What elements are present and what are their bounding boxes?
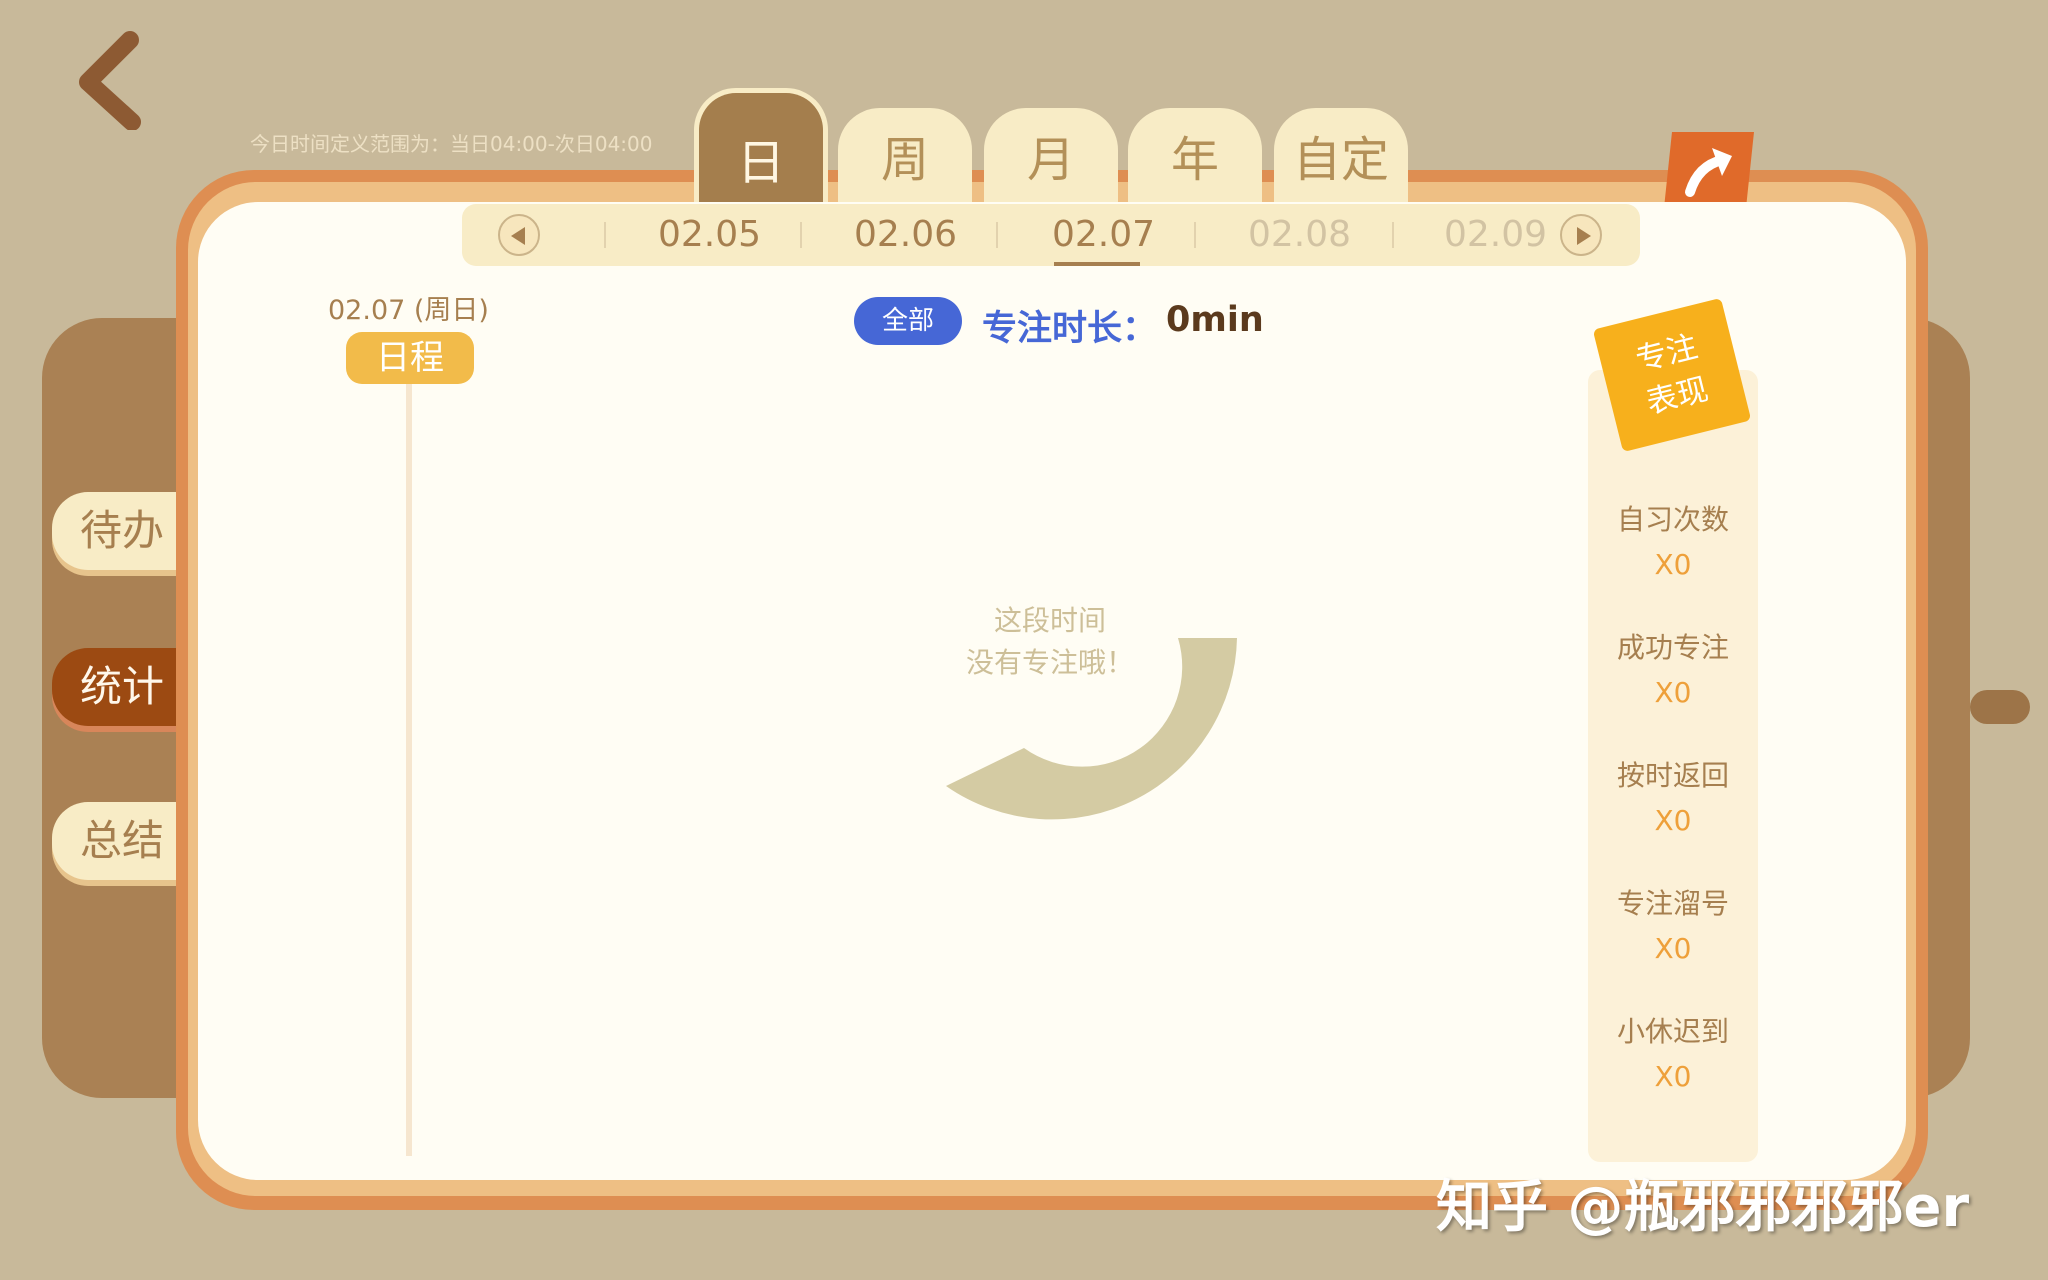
stat-self-study-count: 自习次数 X0 — [1588, 498, 1758, 581]
schedule-button[interactable]: 日程 — [346, 332, 474, 384]
watermark: 知乎 @瓶邪邪邪邪er — [1436, 1175, 1970, 1240]
schedule-timeline — [406, 384, 412, 1156]
tab-month[interactable]: 月 — [984, 108, 1118, 206]
date-divider — [800, 222, 802, 248]
tab-year[interactable]: 年 — [1128, 108, 1262, 206]
stat-value: X0 — [1654, 932, 1692, 965]
side-tab-stats[interactable]: 统计 — [52, 648, 192, 726]
share-button[interactable] — [1664, 132, 1754, 208]
triangle-left-icon — [511, 227, 525, 245]
date-item-selected[interactable]: 02.07 — [1052, 214, 1155, 255]
donut-segment — [946, 638, 1237, 820]
selected-date-underline — [1054, 262, 1140, 266]
empty-donut-chart — [946, 638, 1237, 820]
stat-label: 成功专注 — [1616, 631, 1729, 664]
stat-label: 小休迟到 — [1616, 1015, 1729, 1048]
stat-value: X0 — [1654, 804, 1692, 837]
focus-duration-value: 0min — [1166, 300, 1264, 340]
date-divider — [996, 222, 998, 248]
stat-on-time-return: 按时返回 X0 — [1588, 754, 1758, 837]
triangle-right-icon — [1577, 227, 1591, 245]
tab-custom[interactable]: 自定 — [1274, 108, 1408, 206]
day-range-note: 今日时间定义范围为：当日04:00-次日04:00 — [250, 132, 653, 156]
date-divider — [1194, 222, 1196, 248]
day-label: 02.07 (周日) — [328, 295, 489, 326]
date-item[interactable]: 02.06 — [854, 214, 957, 255]
stat-break-late: 小休迟到 X0 — [1588, 1010, 1758, 1093]
notebook-strap — [1970, 690, 2030, 724]
stat-label: 按时返回 — [1616, 759, 1729, 792]
stat-focus-distraction: 专注溜号 X0 — [1588, 882, 1758, 965]
date-item[interactable]: 02.05 — [658, 214, 761, 255]
date-divider — [1392, 222, 1394, 248]
stat-successful-focus: 成功专注 X0 — [1588, 626, 1758, 709]
stat-value: X0 — [1654, 548, 1692, 581]
share-arrow-icon — [1685, 148, 1732, 197]
date-item[interactable]: 02.09 — [1444, 214, 1547, 255]
stat-label: 自习次数 — [1616, 503, 1729, 536]
tab-day[interactable]: 日 — [694, 88, 828, 206]
side-tab-summary[interactable]: 总结 — [52, 802, 192, 880]
stat-label: 专注溜号 — [1616, 887, 1729, 920]
tab-week[interactable]: 周 — [838, 108, 972, 206]
side-tab-todo[interactable]: 待办 — [52, 492, 192, 570]
filter-all-button[interactable]: 全部 — [854, 297, 962, 345]
stat-value: X0 — [1654, 676, 1692, 709]
prev-date-button[interactable] — [498, 214, 540, 256]
back-button[interactable] — [70, 30, 150, 131]
date-item[interactable]: 02.08 — [1248, 214, 1351, 255]
stat-value: X0 — [1654, 1060, 1692, 1093]
next-date-button[interactable] — [1560, 214, 1602, 256]
focus-duration-label: 专注时长： — [982, 309, 1158, 349]
chevron-left-icon — [79, 31, 141, 131]
date-divider — [604, 222, 606, 248]
